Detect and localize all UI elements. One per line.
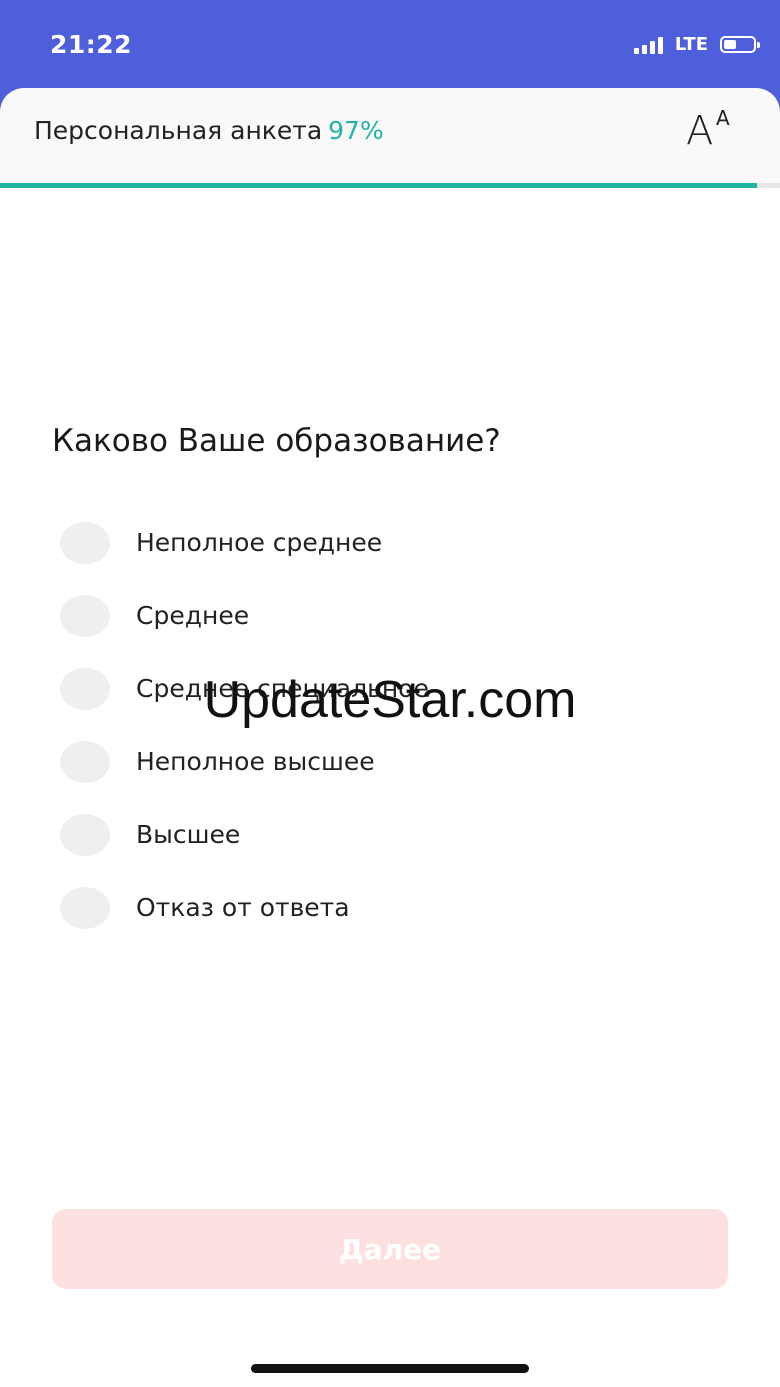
option-decline[interactable]: Отказ от ответа [60,871,740,944]
option-incomplete-higher[interactable]: Неполное высшее [60,725,740,798]
home-indicator[interactable] [251,1364,529,1373]
option-label: Среднее специальное [136,674,429,703]
progress-bar [0,183,780,188]
radio-button[interactable] [60,594,110,637]
survey-header: Персональная анкета 97% A A [0,88,780,184]
page-title: Персональная анкета 97% [34,116,384,145]
survey-title: Персональная анкета [34,116,323,145]
font-size-icon: A [686,108,714,154]
option-label: Неполное высшее [136,747,375,776]
answer-options: Неполное среднее Среднее Среднее специал… [60,506,740,944]
battery-level [724,40,736,49]
option-secondary[interactable]: Среднее [60,579,740,652]
radio-button[interactable] [60,886,110,929]
option-label: Неполное среднее [136,528,383,557]
radio-button[interactable] [60,667,110,710]
question-text: Каково Ваше образование? [52,423,501,459]
option-incomplete-secondary[interactable]: Неполное среднее [60,506,740,579]
radio-button[interactable] [60,740,110,783]
progress-bar-fill [0,183,757,188]
battery-icon [720,36,760,53]
option-label: Среднее [136,601,250,630]
status-time: 21:22 [50,30,133,59]
progress-percent: 97% [328,116,384,145]
network-type: LTE [674,34,708,55]
option-label: Высшее [136,820,241,849]
signal-icon [633,36,663,54]
option-higher[interactable]: Высшее [60,798,740,871]
radio-button[interactable] [60,813,110,856]
option-label: Отказ от ответа [136,893,350,922]
status-indicators: LTE [633,34,760,55]
radio-button[interactable] [60,521,110,564]
option-vocational-secondary[interactable]: Среднее специальное [60,652,740,725]
font-size-button[interactable]: A A [686,106,740,154]
next-button[interactable]: Далее [52,1209,728,1289]
